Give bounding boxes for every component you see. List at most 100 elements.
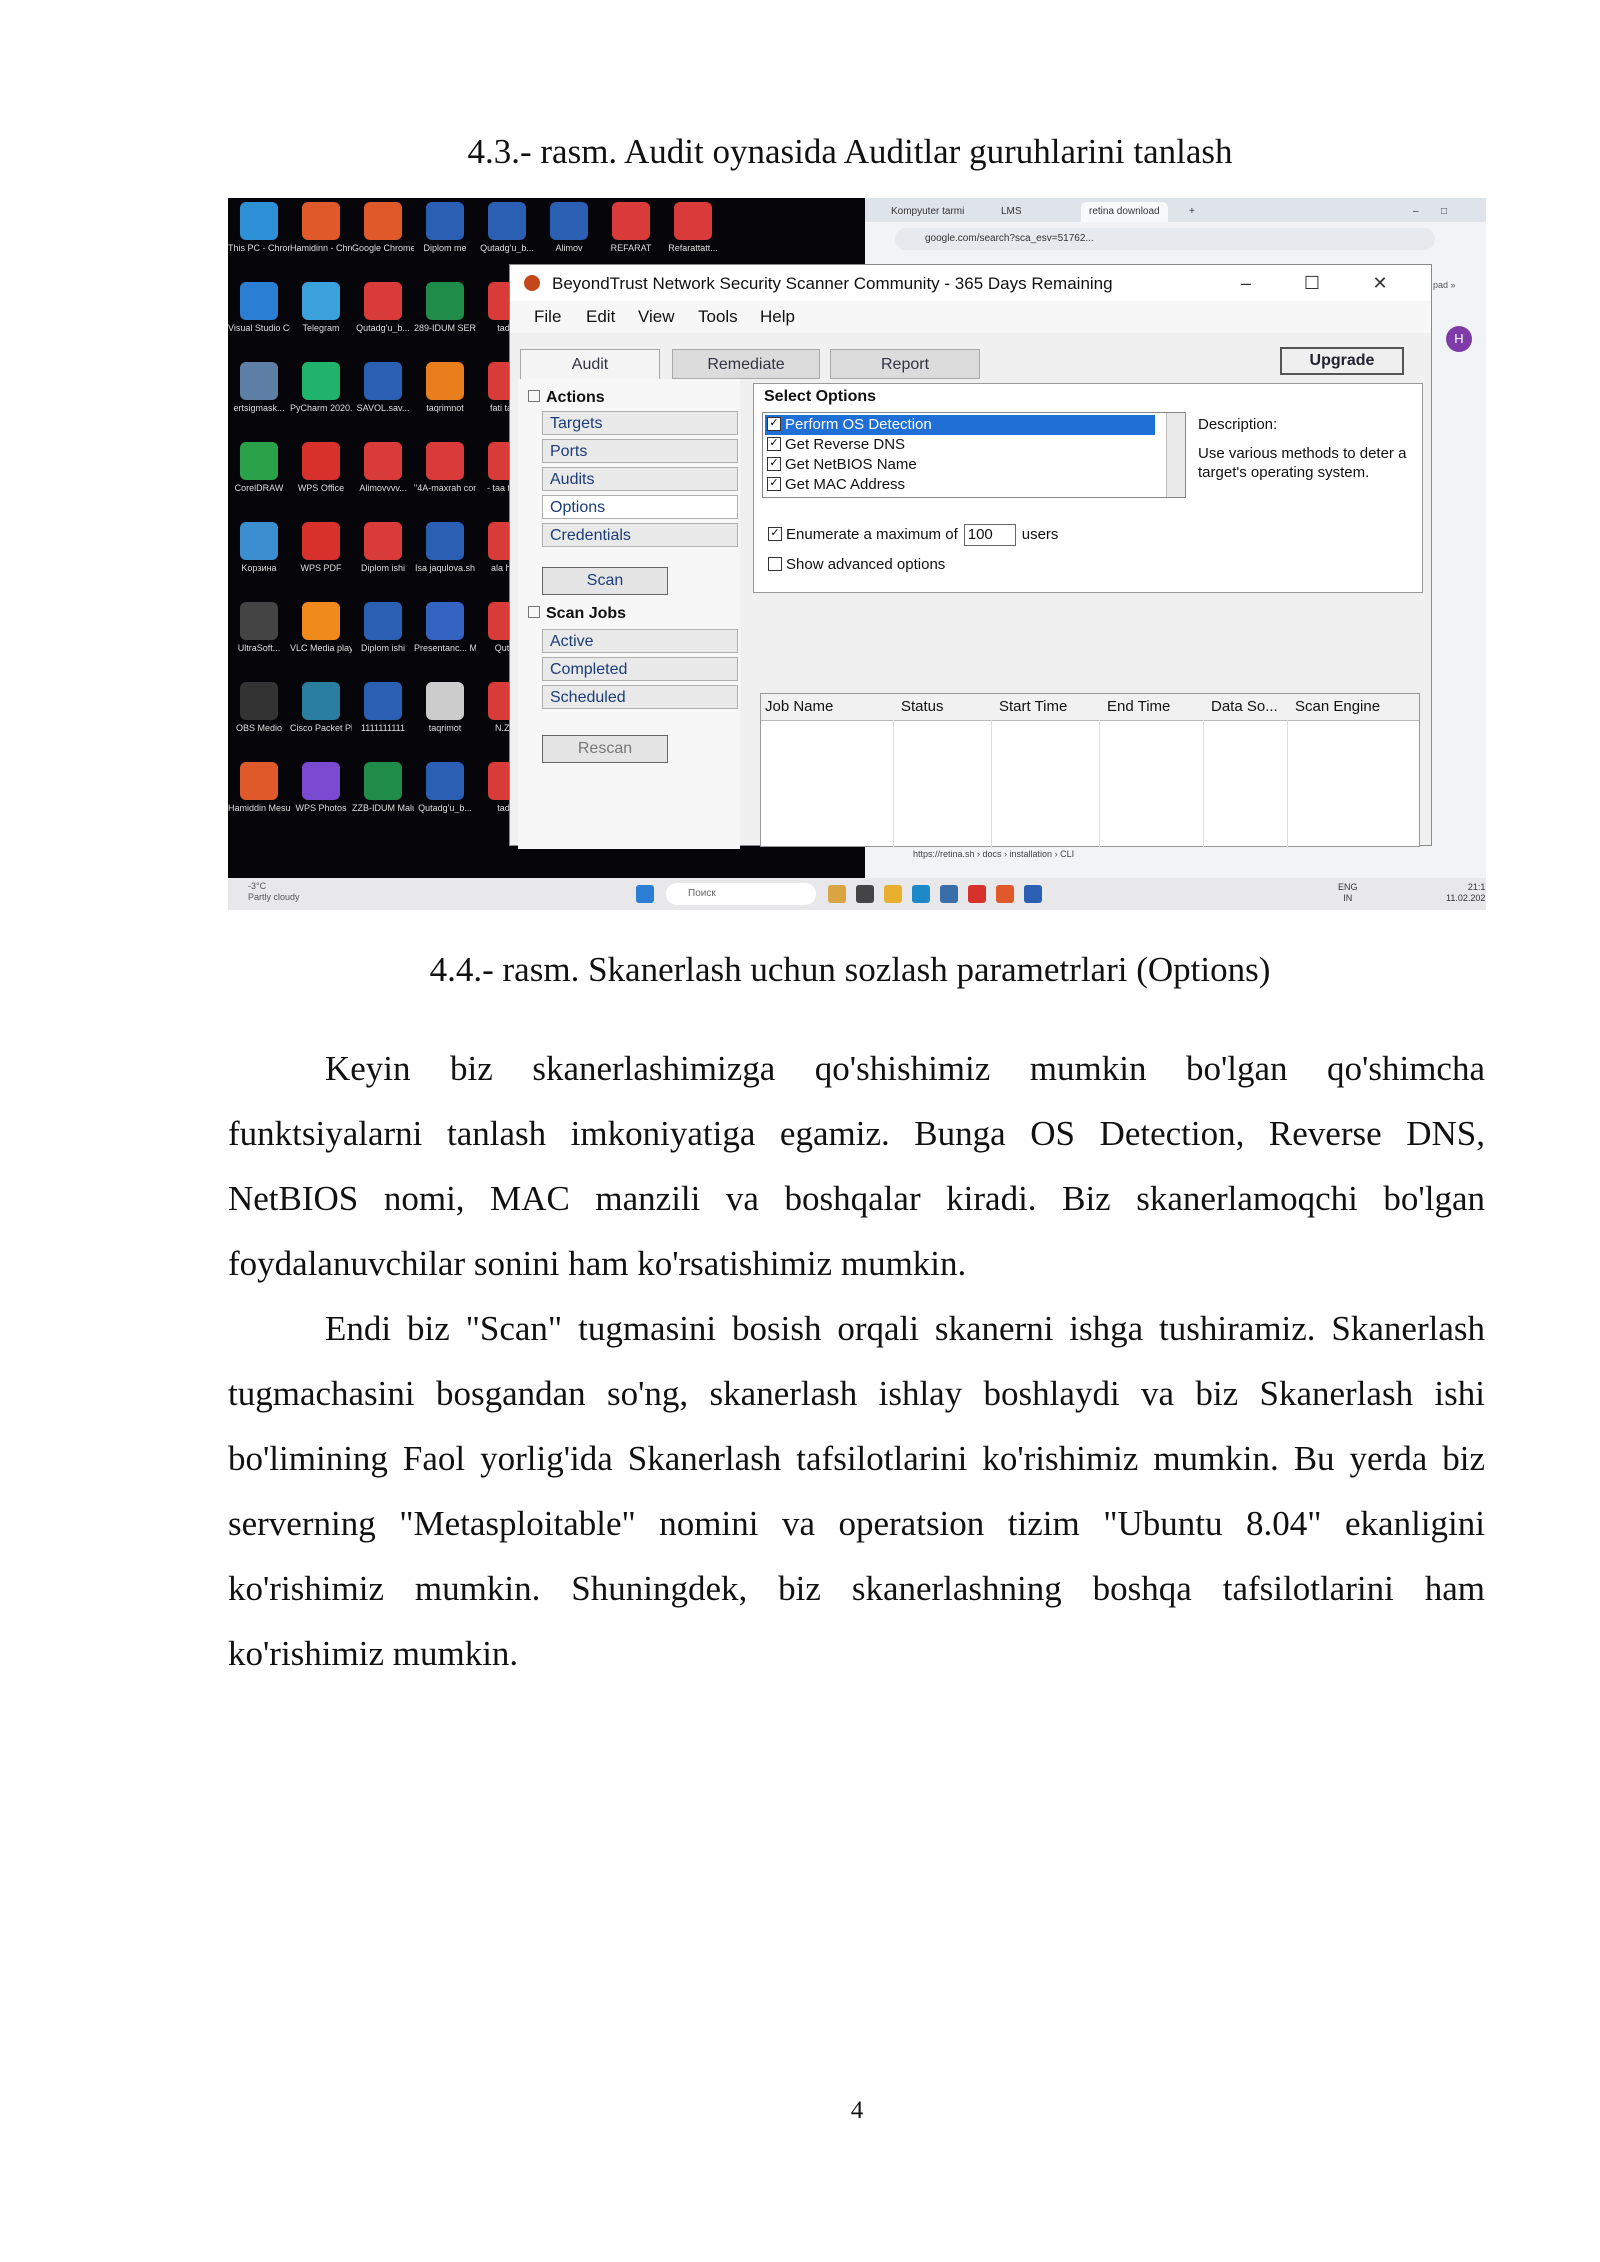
action-credentials[interactable]: Credentials	[542, 523, 738, 547]
clock[interactable]: 21:1 11.02.202	[1446, 882, 1485, 904]
word-icon[interactable]	[1024, 885, 1042, 903]
chrome-icon[interactable]	[996, 885, 1014, 903]
close-icon[interactable]: ✕	[1360, 270, 1400, 296]
desktop-icon[interactable]: UltraSoft...	[228, 602, 290, 653]
minimize-icon[interactable]: –	[1226, 270, 1266, 296]
desktop-icon[interactable]: Diplom ishi	[352, 602, 414, 653]
desktop-icon[interactable]: Google Chrome	[352, 202, 414, 253]
menu-file[interactable]: File	[534, 307, 561, 327]
desktop-icon[interactable]: 289-IDUM SERTIFICAT	[414, 282, 476, 333]
options-scrollbar[interactable]	[1166, 413, 1185, 497]
desktop-icon[interactable]: Visual Studio Code	[228, 282, 290, 333]
desktop-icon[interactable]: CorelDRAW	[228, 442, 290, 493]
option-item[interactable]: ✓ Get MAC Address	[765, 475, 1155, 495]
action-targets[interactable]: Targets	[542, 411, 738, 435]
desktop-icon[interactable]: Hamidinn - Chrome	[290, 202, 352, 253]
desktop-icon[interactable]: OBS Medio	[228, 682, 290, 733]
collapse-icon[interactable]	[528, 389, 540, 402]
checkbox-unchecked-icon[interactable]	[768, 557, 782, 572]
desktop-icon[interactable]: Diplom ishi	[352, 522, 414, 573]
column-header[interactable]: Scan Engine	[1295, 698, 1380, 715]
desktop-icon[interactable]: Qutadg'u_b...	[476, 202, 538, 253]
desktop-icon[interactable]: Kopзина	[228, 522, 290, 573]
desktop-icon[interactable]: Alimovvvv...	[352, 442, 414, 493]
option-item[interactable]: ✓ Get Reverse DNS	[765, 435, 1155, 455]
new-tab-icon[interactable]: +	[1181, 202, 1203, 222]
column-header[interactable]: End Time	[1107, 698, 1170, 715]
browser-tab[interactable]: retina download	[1081, 202, 1168, 222]
scan-jobs-completed[interactable]: Completed	[542, 657, 738, 681]
max-users-input[interactable]: 100	[963, 524, 1016, 546]
edge-icon[interactable]	[912, 885, 930, 903]
column-header[interactable]: Start Time	[999, 698, 1067, 715]
menu-edit[interactable]: Edit	[586, 307, 615, 327]
tab-remediate[interactable]: Remediate	[672, 349, 820, 379]
start-icon[interactable]	[636, 885, 654, 903]
option-item[interactable]: ✓ Get NetBIOS Name	[765, 455, 1155, 475]
desktop-icon[interactable]: Alimov	[538, 202, 600, 253]
browser-tab[interactable]: LMS	[993, 202, 1030, 222]
desktop-icon[interactable]: Cisco Packet Player	[290, 682, 352, 733]
tab-audit[interactable]: Audit	[520, 349, 660, 379]
rescan-button[interactable]: Rescan	[542, 735, 668, 763]
wps-icon[interactable]	[968, 885, 986, 903]
action-options[interactable]: Options	[542, 495, 738, 519]
desktop-icon[interactable]: Telegram	[290, 282, 352, 333]
desktop-icon[interactable]: Diplom me	[414, 202, 476, 253]
action-audits[interactable]: Audits	[542, 467, 738, 491]
maximize-icon[interactable]: □	[1433, 202, 1455, 222]
checkbox-checked-icon[interactable]: ✓	[767, 417, 781, 432]
column-header[interactable]: Job Name	[765, 698, 833, 715]
checkbox-checked-icon[interactable]: ✓	[767, 477, 781, 492]
column-header[interactable]: Data So...	[1211, 698, 1278, 715]
folder-icon[interactable]	[828, 885, 846, 903]
menu-view[interactable]: View	[638, 307, 675, 327]
desktop-icon[interactable]: taqrimot	[414, 682, 476, 733]
bookmark-more[interactable]: pad »	[1433, 280, 1456, 290]
menu-help[interactable]: Help	[760, 307, 795, 327]
desktop-icon[interactable]: 1111111111	[352, 682, 414, 733]
scan-jobs-heading[interactable]: Scan Jobs	[528, 605, 626, 623]
column-header[interactable]: Status	[901, 698, 944, 715]
upgrade-button[interactable]: Upgrade	[1280, 347, 1404, 375]
desktop-icon[interactable]: ZZB-IDUM Malumot	[352, 762, 414, 813]
avatar[interactable]: H	[1446, 326, 1472, 352]
show-advanced-row[interactable]: Show advanced options	[766, 556, 945, 573]
desktop-icon[interactable]: SAVOL.sav...	[352, 362, 414, 413]
browser-tab[interactable]: Kompyuter tarmi	[883, 202, 972, 222]
desktop-icon[interactable]: WPS Office	[290, 442, 352, 493]
desktop-icon[interactable]: taqrimnot	[414, 362, 476, 413]
tab-report[interactable]: Report	[830, 349, 980, 379]
scan-jobs-scheduled[interactable]: Scheduled	[542, 685, 738, 709]
desktop-icon[interactable]: VLC Media player	[290, 602, 352, 653]
menu-tools[interactable]: Tools	[698, 307, 738, 327]
desktop-icon[interactable]: WPS PDF	[290, 522, 352, 573]
address-bar[interactable]: google.com/search?sca_esv=51762...	[895, 228, 1435, 250]
explorer-icon[interactable]	[884, 885, 902, 903]
options-list[interactable]: ✓ Perform OS Detection ✓ Get Reverse DNS ✓…	[762, 412, 1186, 498]
store-icon[interactable]	[940, 885, 958, 903]
actions-heading[interactable]: Actions	[528, 389, 605, 407]
option-item[interactable]: ✓ Perform OS Detection	[765, 415, 1155, 435]
checkbox-checked-icon[interactable]: ✓	[768, 527, 782, 542]
desktop-icon[interactable]: Qutadg'u_b...	[414, 762, 476, 813]
checkbox-checked-icon[interactable]: ✓	[767, 457, 781, 472]
language-indicator[interactable]: ENG IN	[1338, 882, 1358, 904]
desktop-icon[interactable]: This PC - Chrome	[228, 202, 290, 253]
maximize-icon[interactable]: ☐	[1292, 270, 1332, 296]
desktop-icon[interactable]: Isa jaqulova.sh	[414, 522, 476, 573]
weather-widget[interactable]: -3°C Partly cloudy	[248, 881, 300, 903]
action-ports[interactable]: Ports	[542, 439, 738, 463]
taskbar-search[interactable]: Поиск	[666, 883, 816, 905]
desktop-icon[interactable]: Qutadg'u_b...	[352, 282, 414, 333]
desktop-icon[interactable]: Refarattatt...	[662, 202, 724, 253]
desktop-icon[interactable]: "4A-maxrah commont...	[414, 442, 476, 493]
desktop-icon[interactable]: Presentanc... Microsoft f...	[414, 602, 476, 653]
desktop-icon[interactable]: Hamiddin Mesurda...	[228, 762, 290, 813]
scan-button[interactable]: Scan	[542, 567, 668, 595]
collapse-icon[interactable]	[528, 605, 540, 618]
minimize-icon[interactable]: –	[1405, 202, 1427, 222]
desktop-icon[interactable]: PyCharm 2020.17	[290, 362, 352, 413]
desktop-icon[interactable]: WPS Photos	[290, 762, 352, 813]
scan-jobs-active[interactable]: Active	[542, 629, 738, 653]
